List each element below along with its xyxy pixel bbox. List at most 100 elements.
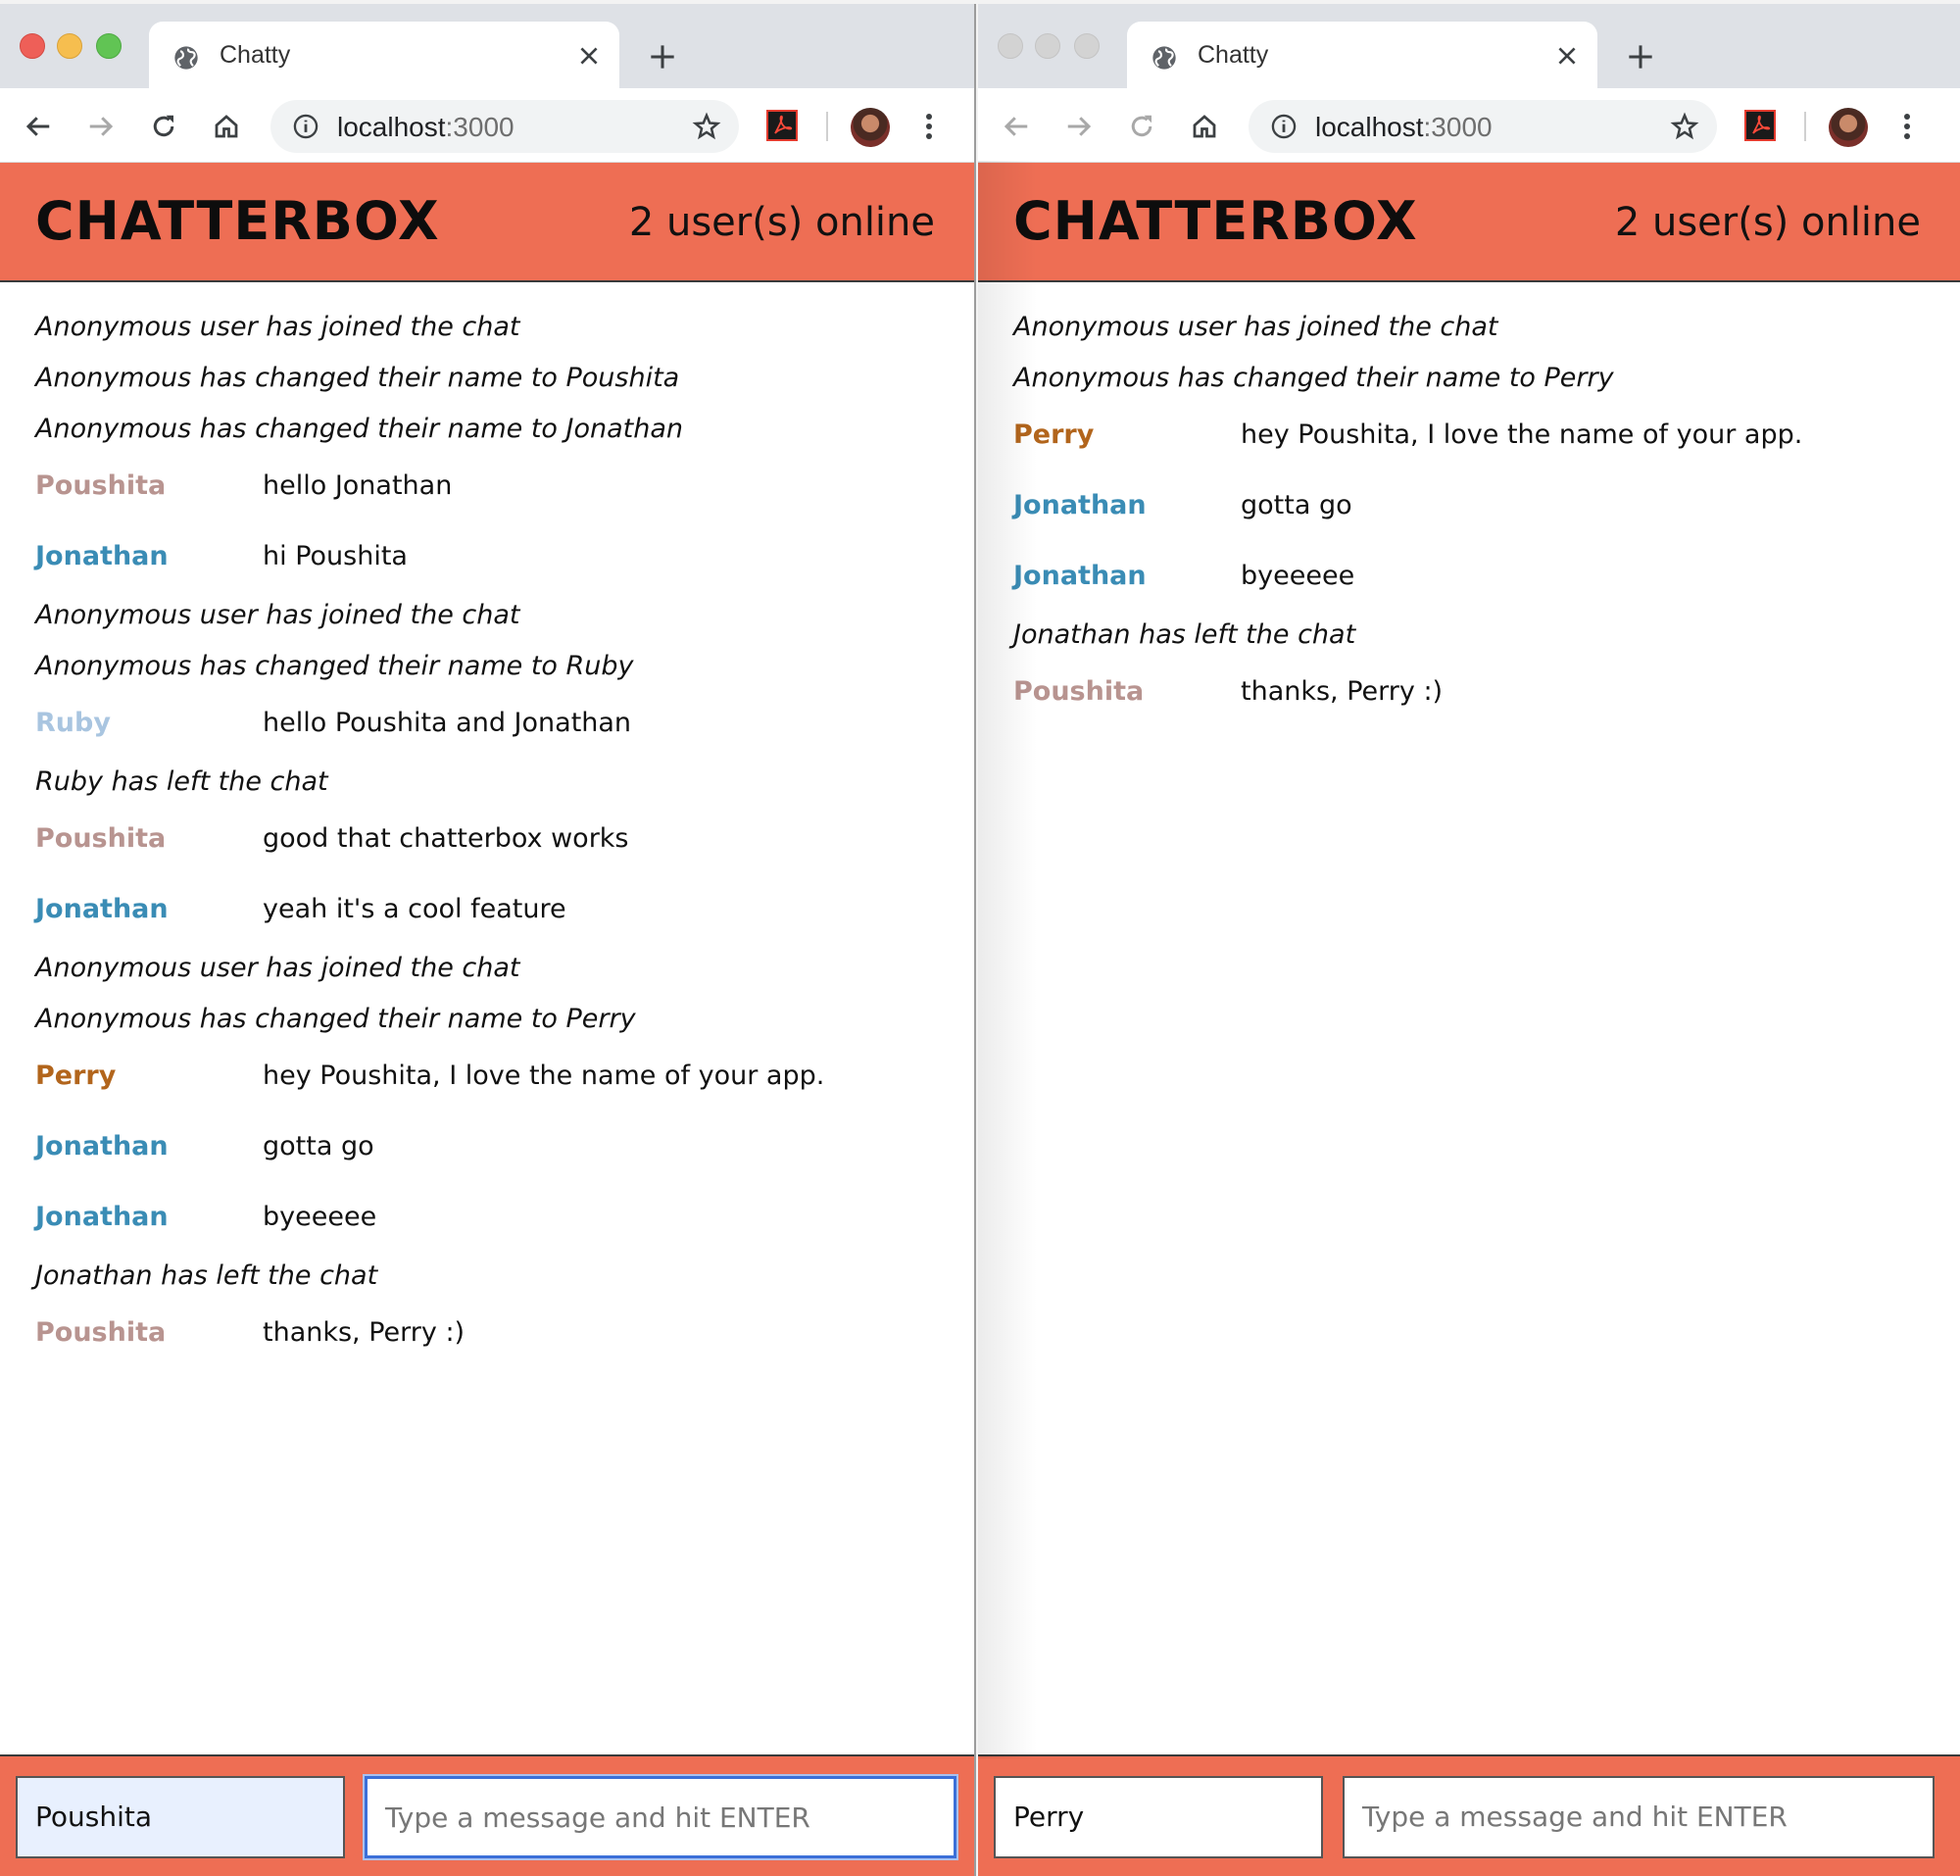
message-username: Poushita	[35, 1317, 167, 1348]
message-username: Ruby	[35, 708, 111, 738]
message-text: byeeeee	[1241, 561, 1355, 591]
system-message: Anonymous user has joined the chat	[35, 312, 520, 342]
tab-strip: Chatty	[978, 4, 1960, 88]
message-username: Perry	[35, 1061, 117, 1091]
username-input[interactable]: Poushita	[16, 1776, 345, 1858]
message-username: Perry	[1013, 420, 1095, 450]
home-icon[interactable]	[1190, 112, 1219, 141]
online-count: 2 user(s) online	[1614, 200, 1921, 245]
pdf-extension-icon[interactable]	[766, 110, 798, 141]
forward-arrow-icon[interactable]	[86, 112, 116, 141]
url-port: :3000	[1423, 112, 1493, 142]
reload-icon[interactable]	[149, 112, 178, 141]
message-text: yeah it's a cool feature	[263, 894, 566, 924]
chat-header: CHATTERBOX 2 user(s) online	[978, 163, 1960, 282]
message-username: Poushita	[1013, 676, 1145, 707]
url-port: :3000	[445, 112, 514, 142]
message-input[interactable]: Type a message and hit ENTER	[1343, 1776, 1935, 1858]
back-arrow-icon[interactable]	[24, 112, 53, 141]
message-text: gotta go	[263, 1131, 374, 1161]
home-icon[interactable]	[212, 112, 241, 141]
tab-title: Chatty	[1198, 41, 1269, 69]
forward-arrow-icon[interactable]	[1064, 112, 1094, 141]
chat-footer: Perry Type a message and hit ENTER	[978, 1754, 1960, 1876]
message-text: byeeeee	[263, 1202, 377, 1232]
url-host: localhost	[337, 112, 446, 142]
message-username: Jonathan	[35, 894, 169, 924]
system-message: Anonymous user has joined the chat	[35, 600, 520, 630]
new-tab-icon[interactable]	[1627, 43, 1654, 71]
kebab-menu-icon[interactable]	[923, 112, 935, 141]
url-text: localhost:3000	[337, 112, 514, 143]
system-message: Anonymous has changed their name to Pous…	[35, 363, 680, 393]
info-icon[interactable]	[292, 113, 319, 140]
message-text: hey Poushita, I love the name of your ap…	[263, 1061, 825, 1091]
reload-icon[interactable]	[1127, 112, 1156, 141]
close-tab-icon[interactable]	[1554, 43, 1580, 69]
minimize-window-button[interactable]	[1035, 33, 1060, 59]
message-text: thanks, Perry :)	[263, 1317, 466, 1348]
profile-avatar[interactable]	[1829, 108, 1868, 147]
chat-header: CHATTERBOX 2 user(s) online	[0, 163, 974, 282]
system-message: Anonymous has changed their name to Perr…	[35, 1004, 636, 1034]
close-window-button[interactable]	[998, 33, 1023, 59]
tab-strip: Chatty	[0, 4, 974, 88]
system-message: Anonymous has changed their name to Jona…	[35, 414, 683, 444]
message-text: hey Poushita, I love the name of your ap…	[1241, 420, 1803, 450]
browser-toolbar: localhost:3000	[978, 88, 1960, 163]
system-message: Anonymous user has joined the chat	[35, 953, 520, 983]
chat-footer: Poushita Type a message and hit ENTER	[0, 1754, 974, 1876]
tab-chatty[interactable]: Chatty	[1127, 22, 1597, 88]
message-text: hi Poushita	[263, 541, 408, 571]
maximize-window-button[interactable]	[96, 33, 122, 59]
browser-window-left: Chatty localhost:3000 CHATTERBOX 2 user(…	[0, 4, 976, 1876]
profile-avatar[interactable]	[851, 108, 890, 147]
app-brand: CHATTERBOX	[1013, 190, 1418, 252]
info-icon[interactable]	[1270, 113, 1298, 140]
message-username: Jonathan	[1013, 561, 1147, 591]
pdf-extension-icon[interactable]	[1744, 110, 1776, 141]
message-text: hello Jonathan	[263, 470, 453, 501]
address-bar[interactable]: localhost:3000	[1249, 100, 1717, 153]
browser-window-right: Chatty localhost:3000 CHATTERBOX 2 user(…	[978, 4, 1960, 1876]
minimize-window-button[interactable]	[57, 33, 82, 59]
message-username: Jonathan	[35, 541, 169, 571]
online-count: 2 user(s) online	[628, 200, 935, 245]
app-brand: CHATTERBOX	[35, 190, 440, 252]
globe-icon	[174, 46, 198, 70]
tab-title: Chatty	[220, 41, 291, 69]
close-tab-icon[interactable]	[576, 43, 602, 69]
message-username: Jonathan	[35, 1131, 169, 1161]
system-message: Ruby has left the chat	[35, 766, 328, 797]
globe-icon	[1152, 46, 1176, 70]
back-arrow-icon[interactable]	[1002, 112, 1031, 141]
system-message: Anonymous has changed their name to Ruby	[35, 651, 634, 681]
new-tab-icon[interactable]	[649, 43, 676, 71]
url-host: localhost	[1315, 112, 1424, 142]
maximize-window-button[interactable]	[1074, 33, 1100, 59]
url-text: localhost:3000	[1315, 112, 1493, 143]
kebab-menu-icon[interactable]	[1901, 112, 1913, 141]
address-bar[interactable]: localhost:3000	[270, 100, 739, 153]
message-input[interactable]: Type a message and hit ENTER	[365, 1776, 956, 1858]
bookmark-star-icon[interactable]	[692, 112, 721, 141]
system-message: Anonymous user has joined the chat	[1013, 312, 1498, 342]
message-text: thanks, Perry :)	[1241, 676, 1444, 707]
message-text: gotta go	[1241, 490, 1352, 520]
toolbar-divider	[826, 112, 828, 141]
bookmark-star-icon[interactable]	[1670, 112, 1699, 141]
message-username: Poushita	[35, 823, 167, 854]
toolbar-divider	[1804, 112, 1806, 141]
message-username: Jonathan	[35, 1202, 169, 1232]
system-message: Jonathan has left the chat	[1013, 619, 1356, 650]
system-message: Anonymous has changed their name to Perr…	[1013, 363, 1614, 393]
username-input[interactable]: Perry	[994, 1776, 1323, 1858]
system-message: Jonathan has left the chat	[35, 1260, 378, 1291]
message-username: Poushita	[35, 470, 167, 501]
message-text: hello Poushita and Jonathan	[263, 708, 632, 738]
tab-chatty[interactable]: Chatty	[149, 22, 619, 88]
message-text: good that chatterbox works	[263, 823, 629, 854]
close-window-button[interactable]	[20, 33, 45, 59]
message-username: Jonathan	[1013, 490, 1147, 520]
browser-toolbar: localhost:3000	[0, 88, 974, 163]
